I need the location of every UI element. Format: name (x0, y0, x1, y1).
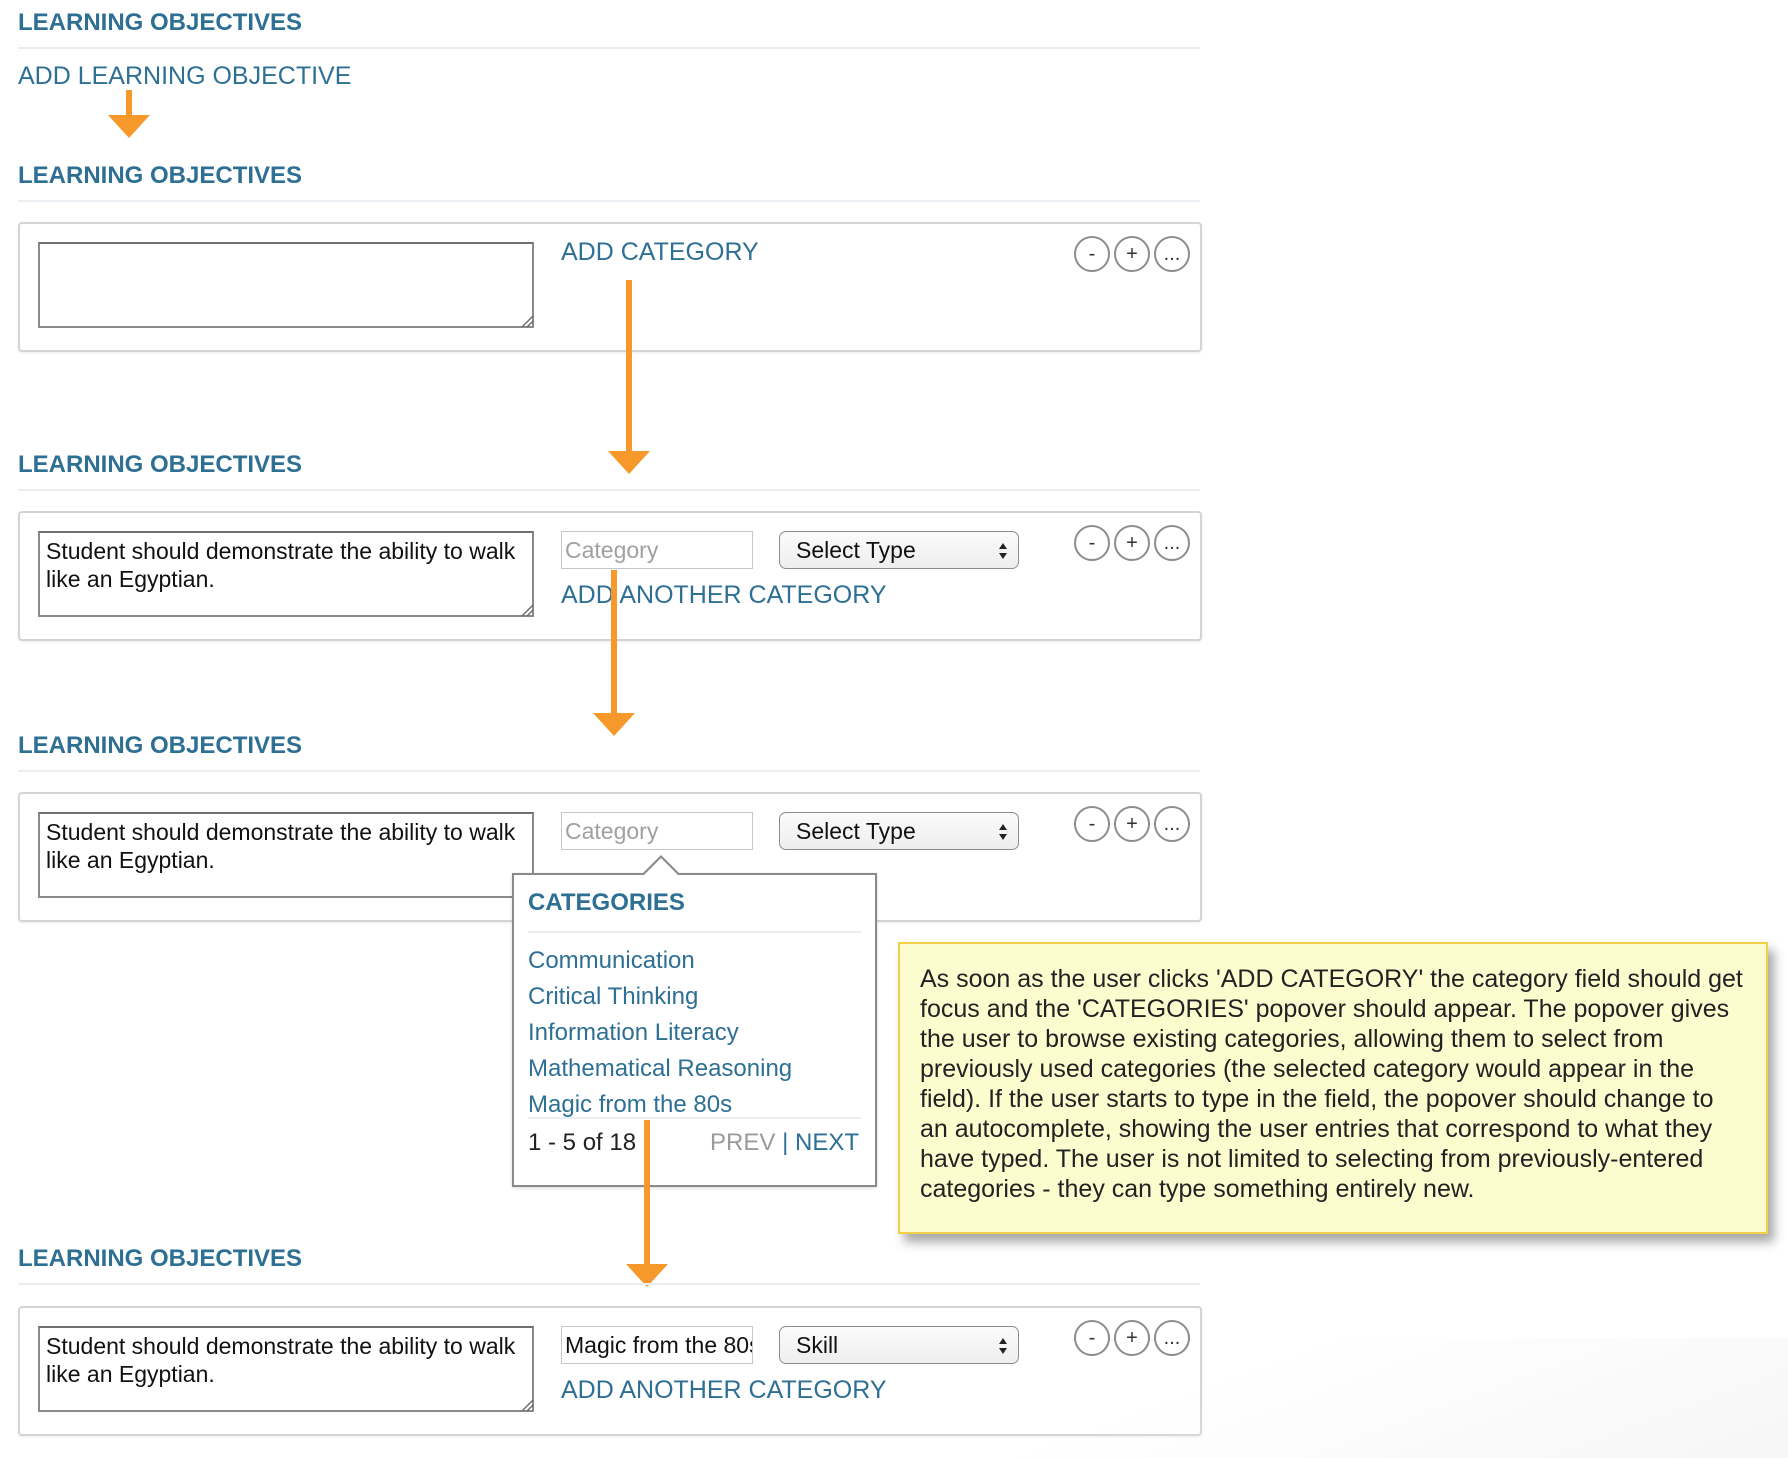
pagination-count: 1 - 5 of 18 (528, 1129, 637, 1156)
pagination-separator: | (782, 1129, 789, 1156)
objective-textarea[interactable]: Student should demonstrate the ability t… (38, 531, 534, 617)
row-controls: - + ... (1074, 1320, 1190, 1356)
add-another-category-link[interactable]: ADD ANOTHER CATEGORY (561, 581, 887, 610)
add-category-link[interactable]: ADD CATEGORY (561, 238, 759, 267)
more-options-button[interactable]: ... (1154, 1320, 1190, 1356)
objective-row: Student should demonstrate the ability t… (18, 511, 1202, 641)
objective-textarea[interactable]: Student should demonstrate the ability t… (38, 812, 534, 898)
flow-arrow-shaft (644, 1120, 650, 1270)
category-input[interactable]: Category (561, 531, 753, 569)
flow-arrow-shaft (126, 90, 132, 115)
categories-popover: CATEGORIES Communication Critical Thinki… (512, 855, 877, 1187)
add-objective-button[interactable]: + (1114, 1320, 1150, 1356)
category-option[interactable]: Communication (528, 943, 792, 979)
remove-objective-button[interactable]: - (1074, 1320, 1110, 1356)
category-input[interactable]: Category (561, 812, 753, 850)
section-heading: LEARNING OBJECTIVES (18, 451, 303, 478)
type-select[interactable]: Select Type (779, 531, 1019, 569)
row-controls: - + ... (1074, 236, 1190, 272)
type-select[interactable]: Select Type (779, 812, 1019, 850)
select-updown-icon (999, 1338, 1007, 1354)
objective-textarea[interactable]: Student should demonstrate the ability t… (38, 1326, 534, 1412)
next-link[interactable]: NEXT (795, 1129, 859, 1156)
flow-arrow-shaft (611, 570, 617, 715)
section-heading: LEARNING OBJECTIVES (18, 162, 303, 189)
divider (18, 47, 1200, 49)
category-input[interactable]: Magic from the 80s (561, 1326, 753, 1364)
divider (18, 200, 1200, 202)
select-updown-icon (999, 824, 1007, 840)
category-list: Communication Critical Thinking Informat… (528, 943, 792, 1123)
more-options-button[interactable]: ... (1154, 806, 1190, 842)
row-controls: - + ... (1074, 806, 1190, 842)
row-controls: - + ... (1074, 525, 1190, 561)
divider (528, 1117, 861, 1119)
remove-objective-button[interactable]: - (1074, 236, 1110, 272)
section-heading: LEARNING OBJECTIVES (18, 1245, 303, 1272)
section-heading: LEARNING OBJECTIVES (18, 732, 303, 759)
flow-arrow-shaft (626, 280, 632, 452)
remove-objective-button[interactable]: - (1074, 525, 1110, 561)
category-option[interactable]: Mathematical Reasoning (528, 1051, 792, 1087)
flow-arrow-head (108, 115, 150, 138)
category-option[interactable]: Information Literacy (528, 1015, 792, 1051)
add-objective-button[interactable]: + (1114, 806, 1150, 842)
add-learning-objective-link[interactable]: ADD LEARNING OBJECTIVE (18, 62, 351, 91)
objective-textarea[interactable] (38, 242, 534, 328)
type-select-value: Skill (796, 1332, 839, 1358)
select-updown-icon (999, 543, 1007, 559)
popover-caret (642, 855, 680, 875)
type-select-value: Select Type (796, 537, 916, 563)
pagination-nav: PREV | NEXT (710, 1129, 859, 1157)
type-select[interactable]: Skill (779, 1326, 1019, 1364)
divider (18, 489, 1200, 491)
popover-title: CATEGORIES (528, 889, 685, 916)
remove-objective-button[interactable]: - (1074, 806, 1110, 842)
divider (18, 1283, 1200, 1285)
prev-link[interactable]: PREV (710, 1129, 775, 1156)
divider (18, 770, 1200, 772)
objective-row: ADD CATEGORY - + ... (18, 222, 1202, 352)
flow-arrow-head (608, 451, 650, 474)
add-another-category-link[interactable]: ADD ANOTHER CATEGORY (561, 1376, 887, 1405)
type-select-value: Select Type (796, 818, 916, 844)
add-objective-button[interactable]: + (1114, 525, 1150, 561)
add-objective-button[interactable]: + (1114, 236, 1150, 272)
annotation-note: As soon as the user clicks 'ADD CATEGORY… (898, 942, 1768, 1234)
resize-grip-icon[interactable] (520, 314, 534, 328)
more-options-button[interactable]: ... (1154, 236, 1190, 272)
more-options-button[interactable]: ... (1154, 525, 1190, 561)
divider (528, 931, 861, 933)
resize-grip-icon[interactable] (520, 1398, 534, 1412)
resize-grip-icon[interactable] (520, 603, 534, 617)
objective-row: Student should demonstrate the ability t… (18, 1306, 1202, 1436)
section-heading: LEARNING OBJECTIVES (18, 9, 303, 36)
flow-arrow-head (593, 713, 635, 736)
category-option[interactable]: Critical Thinking (528, 979, 792, 1015)
